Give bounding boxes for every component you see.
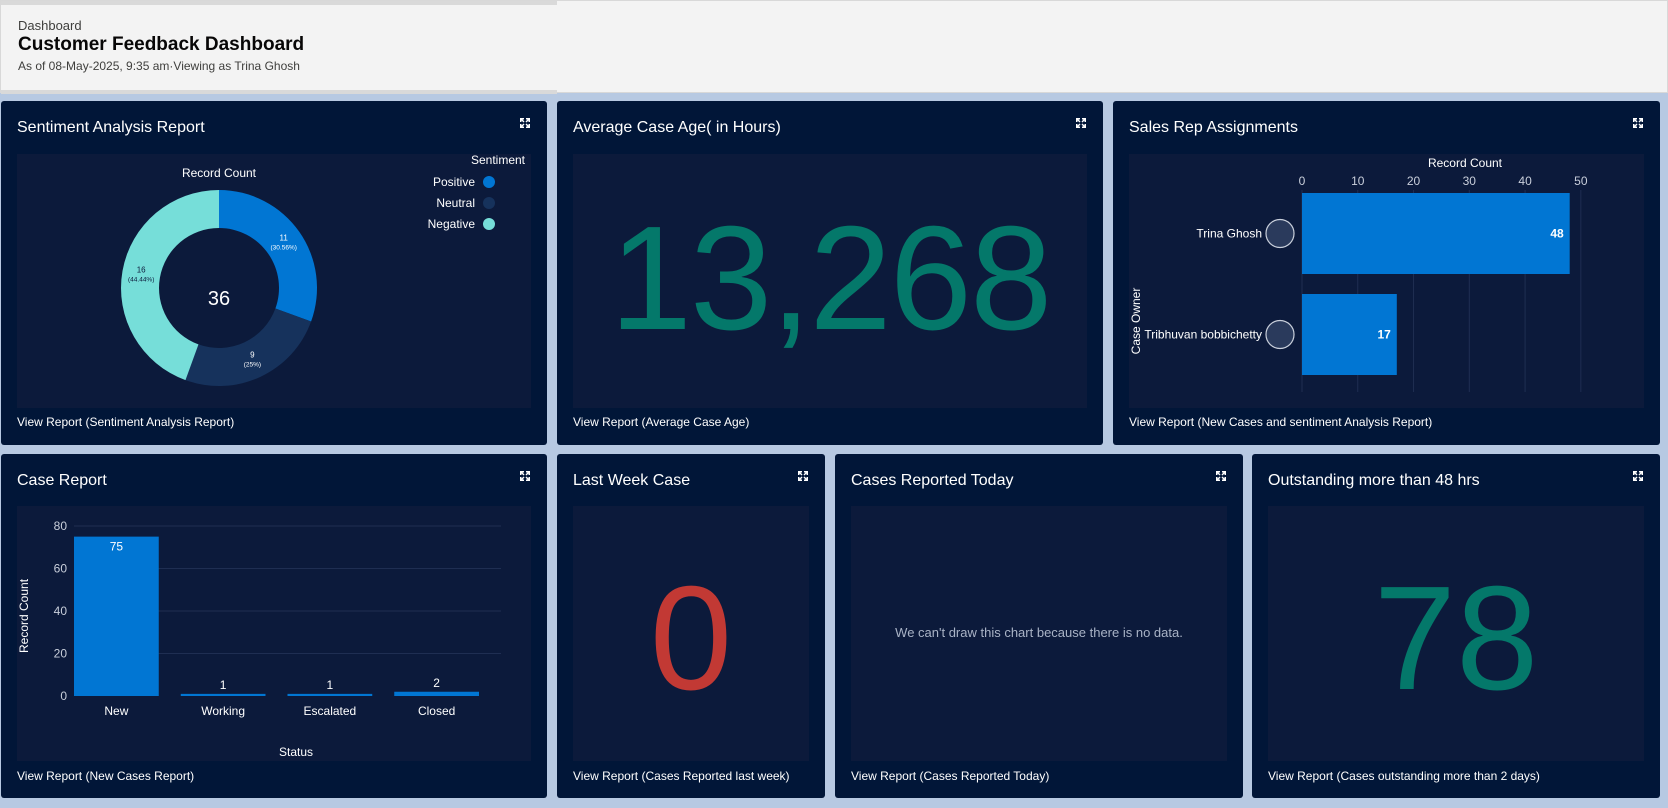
donut-slice-value: 16	[137, 265, 146, 274]
avg-case-age-value: 13,268	[609, 196, 1053, 361]
sales-rep-chart-area: Record Count Case Owner 0 10 20 30 40 50 48 Tr…	[1129, 154, 1644, 408]
vbar-bar[interactable]	[180, 693, 266, 696]
case-report-title: Case Report	[17, 472, 107, 489]
donut-slice-percent: (44.44%)	[128, 276, 154, 283]
hbar-x-tick-label: 40	[1518, 174, 1532, 188]
expand-icon[interactable]	[1075, 117, 1087, 129]
last-week-view-report-link[interactable]: View Report (Cases Reported last week)	[573, 769, 790, 783]
case-report-bar-chart: Record Count Status 0 20 40 60 80 75 New 1 Work…	[17, 519, 501, 759]
hbar-data-label: 48	[1550, 227, 1564, 241]
donut-caption: Record Count	[182, 166, 257, 180]
expand-icon[interactable]	[1215, 470, 1227, 482]
donut-slice-percent: (30.56%)	[271, 245, 297, 252]
last-week-title: Last Week Case	[573, 472, 691, 489]
page-subtitle: As of 08-May-2025, 9:35 am·Viewing as Tr…	[18, 59, 300, 73]
outstanding-value: 78	[1373, 556, 1539, 721]
legend-item-label: Negative	[428, 217, 476, 231]
vbar-bar[interactable]	[287, 693, 373, 696]
avg-case-age-card: Average Case Age( in Hours) 13,268 View …	[557, 101, 1103, 445]
hbar-x-axis-label: Record Count	[1428, 156, 1503, 170]
donut-slice-positive[interactable]	[219, 190, 317, 322]
outstanding-title: Outstanding more than 48 hrs	[1268, 472, 1480, 489]
avatar-icon[interactable]	[1265, 319, 1295, 350]
vbar-bar[interactable]	[394, 691, 479, 696]
cases-today-view-report-link[interactable]: View Report (Cases Reported Today)	[851, 769, 1049, 783]
sales-rep-view-report-link[interactable]: View Report (New Cases and sentiment Ana…	[1129, 415, 1432, 429]
donut-slice-value: 11	[280, 234, 289, 243]
legend-item-label: Positive	[433, 175, 475, 189]
vbar-category-label: New	[104, 704, 128, 718]
sales-rep-card: Sales Rep Assignments Record Count Case …	[1113, 101, 1660, 445]
sentiment-chart-area: Record Count Sentiment 11 (30.56%) 9 (25%) 1…	[17, 153, 531, 408]
page-title: Customer Feedback Dashboard	[18, 34, 305, 55]
outstanding-view-report-link[interactable]: View Report (Cases outstanding more than…	[1268, 769, 1540, 783]
vbar-category-label: Escalated	[304, 704, 357, 718]
vbar-y-tick-label: 80	[54, 519, 68, 533]
legend-swatch	[483, 197, 495, 209]
case-report-view-report-link[interactable]: View Report (New Cases Report)	[17, 769, 194, 783]
sentiment-view-report-link[interactable]: View Report (Sentiment Analysis Report)	[17, 415, 234, 429]
legend-title: Sentiment	[471, 154, 526, 167]
breadcrumb: Dashboard	[18, 18, 82, 33]
avg-case-age-view-report-link[interactable]: View Report (Average Case Age)	[573, 415, 749, 429]
vbar-y-tick-label: 40	[54, 604, 68, 618]
hbar-x-tick-label: 20	[1407, 174, 1421, 188]
header-shadow	[1, 1, 557, 5]
expand-icon[interactable]	[1632, 117, 1644, 129]
avg-case-age-title: Average Case Age( in Hours)	[573, 119, 781, 136]
vbar-x-axis-label: Status	[279, 745, 313, 759]
expand-icon[interactable]	[519, 117, 531, 129]
vbar-data-label: 75	[110, 540, 124, 554]
cases-today-card: Cases Reported Today We can't draw this …	[835, 454, 1243, 798]
hbar-data-label: 17	[1377, 328, 1391, 342]
vbar-data-label: 2	[433, 676, 440, 690]
expand-icon[interactable]	[519, 470, 531, 482]
avg-case-age-metric-area: 13,268	[573, 154, 1087, 408]
case-report-chart-area: Record Count Status 0 20 40 60 80 75 New 1 Work…	[17, 506, 531, 761]
sentiment-donut-chart: Record Count Sentiment 11 (30.56%) 9 (25%) 1…	[121, 153, 526, 386]
hbar-category-label: Tribhuvan bobbichetty	[1144, 328, 1262, 342]
hbar-x-tick-label: 0	[1299, 174, 1306, 188]
cases-today-chart-area: We can't draw this chart because there i…	[851, 506, 1227, 761]
donut-slice-neutral[interactable]	[185, 308, 312, 386]
hbar-y-axis-label: Case Owner	[1129, 288, 1143, 355]
hbar-x-tick-label: 50	[1574, 174, 1588, 188]
legend-swatch	[483, 218, 495, 230]
donut-slice-value: 9	[250, 351, 255, 360]
sentiment-card: Sentiment Analysis Report Record Count S…	[1, 101, 547, 445]
last-week-card: Last Week Case 0 View Report (Cases Repo…	[557, 454, 825, 798]
vbar-y-axis-label: Record Count	[17, 578, 31, 653]
sales-rep-bar-chart: Record Count Case Owner 0 10 20 30 40 50 48 Tr…	[1129, 156, 1588, 392]
vbar-data-label: 1	[327, 678, 334, 692]
expand-icon[interactable]	[797, 470, 809, 482]
last-week-value: 0	[649, 556, 733, 721]
vbar-y-tick-label: 0	[60, 689, 67, 703]
sales-rep-title: Sales Rep Assignments	[1129, 119, 1298, 136]
vbar-y-tick-label: 20	[54, 647, 68, 661]
hbar-bar[interactable]	[1302, 193, 1570, 274]
hbar-x-tick-label: 30	[1463, 174, 1477, 188]
outstanding-card: Outstanding more than 48 hrs 78 View Rep…	[1252, 454, 1660, 798]
hbar-x-tick-label: 10	[1351, 174, 1365, 188]
sentiment-card-title: Sentiment Analysis Report	[17, 119, 205, 136]
donut-center-total: 36	[208, 288, 230, 310]
outstanding-metric-area: 78	[1268, 506, 1644, 761]
vbar-category-label: Closed	[418, 704, 455, 718]
donut-slice-percent: (25%)	[244, 362, 261, 369]
vbar-bar[interactable]	[74, 536, 159, 696]
no-data-message: We can't draw this chart because there i…	[895, 625, 1183, 640]
vbar-category-label: Working	[201, 704, 245, 718]
vbar-y-tick-label: 60	[54, 562, 68, 576]
hbar-category-label: Trina Ghosh	[1196, 227, 1262, 241]
last-week-metric-area: 0	[573, 506, 809, 761]
dashboard-header: Dashboard Customer Feedback Dashboard As…	[0, 0, 1668, 94]
legend-swatch	[483, 176, 495, 188]
cases-today-title: Cases Reported Today	[851, 472, 1014, 489]
legend-item-label: Neutral	[436, 196, 475, 210]
vbar-data-label: 1	[220, 678, 227, 692]
header-shadow-bottom	[1, 90, 557, 94]
case-report-card: Case Report Record Count Status 0 20 40 60 8…	[1, 454, 547, 798]
expand-icon[interactable]	[1632, 470, 1644, 482]
avatar-icon[interactable]	[1265, 218, 1295, 249]
